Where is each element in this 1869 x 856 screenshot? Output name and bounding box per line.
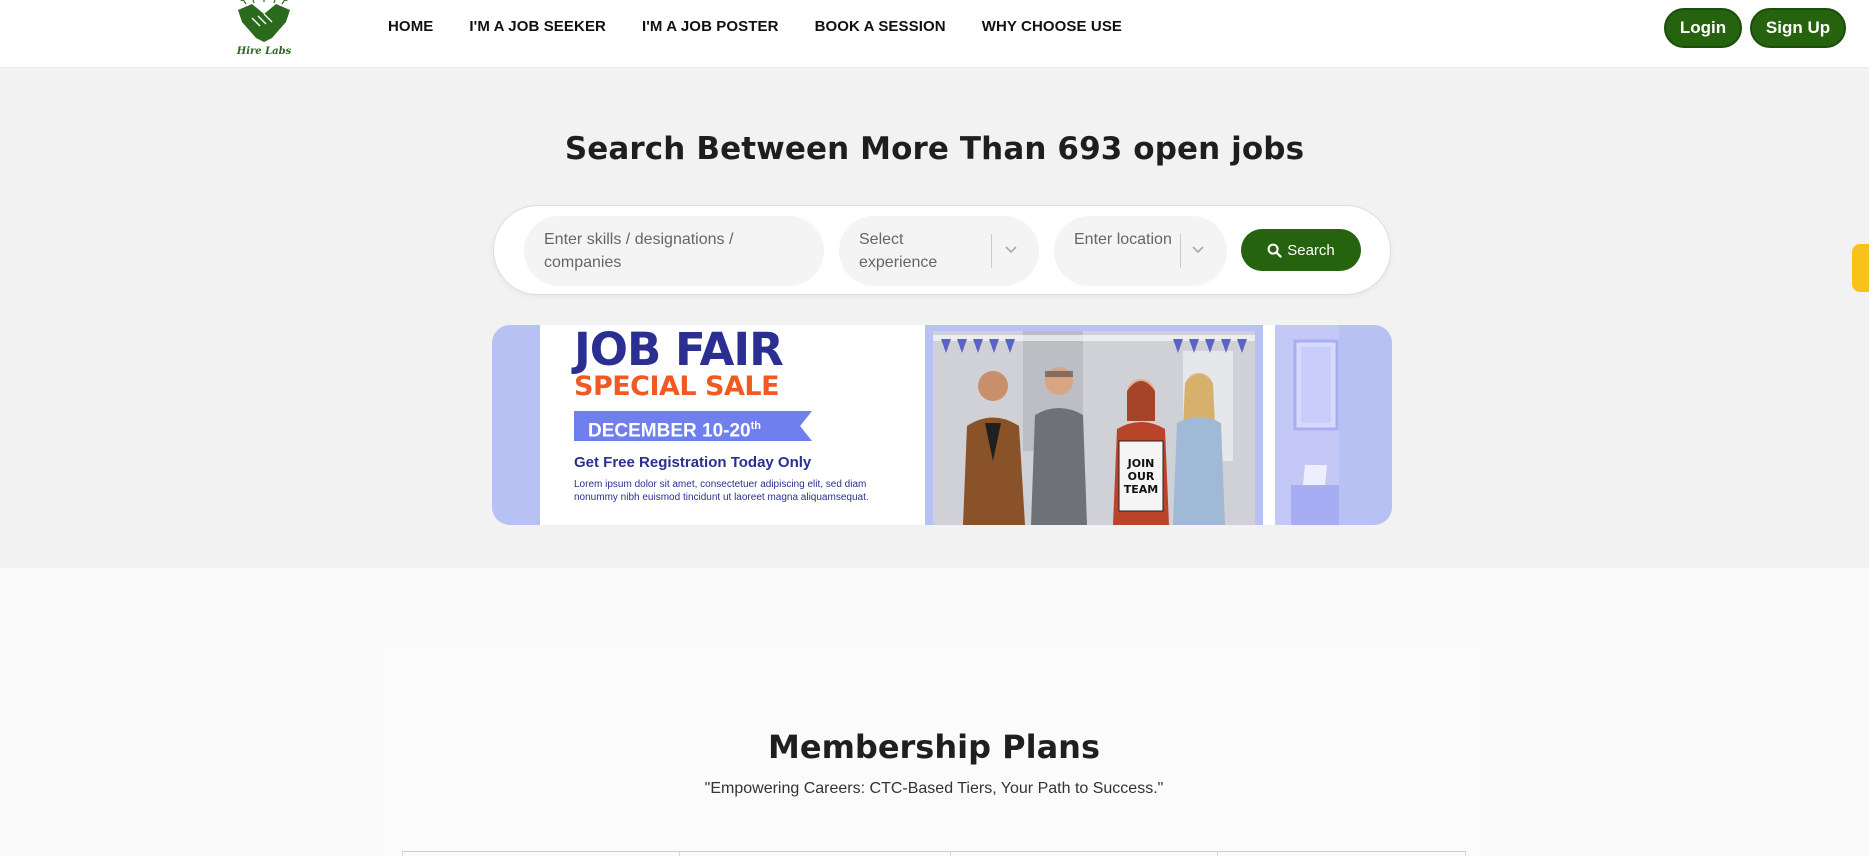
banner-room-illustration bbox=[1275, 325, 1339, 525]
experience-placeholder: Select experience bbox=[859, 231, 938, 271]
login-button[interactable]: Login bbox=[1664, 8, 1742, 48]
table-divider bbox=[1217, 852, 1218, 856]
table-divider bbox=[402, 852, 403, 856]
nav-item-why-choose[interactable]: WHY CHOOSE USE bbox=[982, 18, 1122, 35]
banner-title: JOB FAIR bbox=[574, 325, 784, 376]
banner-body: Lorem ipsum dolor sit amet, consectetuer… bbox=[574, 479, 869, 503]
skills-search-input[interactable]: Enter skills / designations / companies bbox=[524, 216, 824, 286]
nav-item-book-session[interactable]: BOOK A SESSION bbox=[815, 18, 946, 35]
top-navbar: Hire Labs HOME I'M A JOB SEEKER I'M A JO… bbox=[0, 0, 1869, 68]
feedback-side-tab[interactable] bbox=[1852, 244, 1869, 292]
location-input[interactable]: Enter location bbox=[1054, 216, 1227, 286]
chevron-down-icon bbox=[1192, 246, 1204, 254]
divider bbox=[1180, 234, 1181, 268]
membership-subtitle: "Empowering Careers: CTC-Based Tiers, Yo… bbox=[704, 780, 1164, 797]
banner-team-photo: JOIN OUR TEAM bbox=[933, 331, 1255, 525]
banner-divider bbox=[1263, 325, 1275, 525]
search-icon bbox=[1267, 243, 1282, 258]
team-photo-illustration: JOIN OUR TEAM bbox=[933, 331, 1255, 525]
nav-item-job-poster[interactable]: I'M A JOB POSTER bbox=[642, 18, 779, 35]
banner-date-text: DECEMBER 10-20 bbox=[588, 420, 751, 442]
membership-plans-table bbox=[402, 851, 1466, 856]
location-placeholder: Enter location bbox=[1074, 231, 1172, 248]
search-button-label: Search bbox=[1287, 241, 1335, 259]
banner-date: DECEMBER 10-20th bbox=[574, 411, 812, 441]
experience-select[interactable]: Select experience bbox=[839, 216, 1039, 286]
banner-date-suffix: th bbox=[750, 420, 761, 432]
job-search-bar: Enter skills / designations / companies … bbox=[493, 205, 1391, 295]
banner-cta: Get Free Registration Today Only bbox=[574, 454, 812, 471]
skills-placeholder: Enter skills / designations / companies bbox=[544, 231, 734, 271]
signup-button[interactable]: Sign Up bbox=[1750, 8, 1846, 48]
divider bbox=[991, 234, 992, 268]
search-button[interactable]: Search bbox=[1241, 229, 1361, 271]
hero-section: Search Between More Than 693 open jobs E… bbox=[0, 68, 1869, 568]
svg-text:OUR: OUR bbox=[1128, 470, 1155, 483]
room-illustration bbox=[1291, 339, 1339, 525]
table-divider bbox=[1465, 852, 1466, 856]
job-fair-banner[interactable]: JOB FAIR SPECIAL SALE DECEMBER 10-20th G… bbox=[492, 325, 1392, 525]
nav-item-home[interactable]: HOME bbox=[388, 18, 433, 35]
table-divider bbox=[679, 852, 680, 856]
logo-text: Hire Labs bbox=[236, 46, 292, 57]
hire-labs-logo[interactable]: Hire Labs bbox=[232, 0, 296, 62]
membership-title: Membership Plans bbox=[768, 728, 1100, 766]
main-nav: HOME I'M A JOB SEEKER I'M A JOB POSTER B… bbox=[388, 18, 1158, 35]
membership-section: Membership Plans "Empowering Careers: CT… bbox=[385, 648, 1483, 856]
handshake-icon bbox=[238, 0, 290, 42]
chevron-down-icon bbox=[1005, 246, 1017, 254]
nav-item-job-seeker[interactable]: I'M A JOB SEEKER bbox=[469, 18, 606, 35]
svg-text:TEAM: TEAM bbox=[1124, 483, 1158, 496]
table-divider bbox=[950, 852, 951, 856]
hero-title: Search Between More Than 693 open jobs bbox=[564, 131, 1305, 167]
banner-subtitle: SPECIAL SALE bbox=[574, 371, 780, 402]
join-our-team-sign: JOIN bbox=[1127, 457, 1155, 470]
banner-text-panel: JOB FAIR SPECIAL SALE DECEMBER 10-20th G… bbox=[540, 325, 925, 525]
